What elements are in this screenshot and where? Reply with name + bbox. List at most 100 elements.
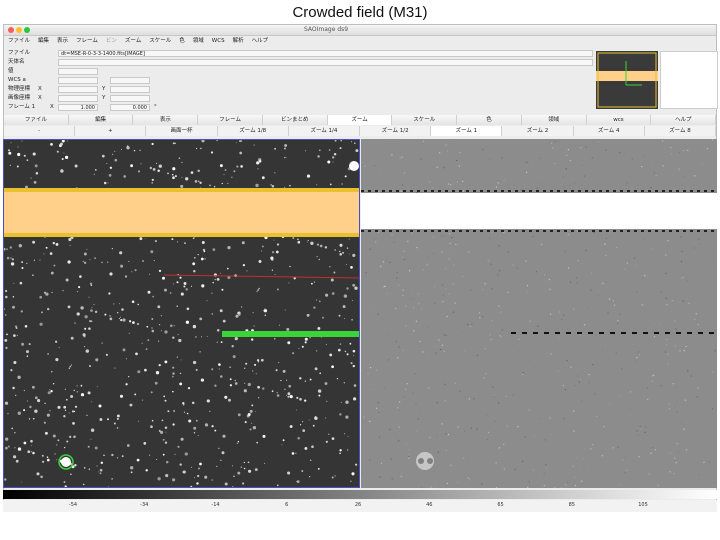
star-dot: [304, 399, 307, 402]
star-dot: [9, 246, 12, 249]
image-frame-right[interactable]: [361, 139, 717, 488]
saturation-band-top-edge: [4, 188, 359, 192]
buttons-main-button-10[interactable]: ヘルプ: [651, 115, 717, 125]
star-dot: [274, 338, 276, 340]
buttons-zoom-button-7[interactable]: ズーム 2: [502, 126, 574, 136]
star-dot: [172, 390, 174, 393]
buttons-zoom-button-5[interactable]: ズーム 1/2: [360, 126, 432, 136]
noise-pixel: [417, 293, 419, 295]
noise-pixel: [395, 340, 397, 343]
star-dot: [251, 404, 254, 407]
buttons-main-button-9[interactable]: wcs: [586, 115, 652, 125]
menu-item-2[interactable]: 表示: [53, 36, 72, 46]
colorbar[interactable]: [3, 490, 717, 499]
star-dot: [233, 475, 235, 478]
noise-pixel: [675, 351, 677, 353]
buttons-zoom-button-2[interactable]: 画面一杯: [146, 126, 218, 136]
star-dot: [200, 257, 204, 261]
buttons-main-button-7[interactable]: 色: [457, 115, 522, 125]
star-dot: [151, 178, 154, 182]
star-dot: [101, 154, 105, 158]
star-dot: [196, 482, 199, 485]
noise-pixel: [602, 349, 604, 351]
angle-field: 0.000: [110, 104, 150, 111]
menu-item-3[interactable]: フレーム: [72, 36, 102, 46]
star-dot: [274, 172, 276, 174]
noise-pixel: [493, 394, 495, 396]
noise-pixel: [643, 238, 645, 240]
star-dot: [251, 422, 253, 424]
star-dot: [13, 282, 15, 284]
object-field: [58, 59, 593, 66]
buttons-main-button-8[interactable]: 領域: [521, 115, 587, 125]
menu-item-5[interactable]: ズーム: [121, 36, 145, 46]
menu-item-11[interactable]: ヘルプ: [248, 36, 273, 46]
noise-pixel: [452, 442, 454, 444]
noise-pixel: [419, 340, 421, 343]
star-dot: [8, 151, 12, 155]
star-dot: [13, 334, 16, 337]
star-dot: [13, 360, 17, 365]
menu-item-9[interactable]: WCS: [208, 36, 229, 46]
buttons-zoom-button-0[interactable]: -: [4, 126, 76, 136]
noise-pixel: [587, 307, 589, 309]
menu-item-1[interactable]: 編集: [34, 36, 53, 46]
noise-pixel: [437, 435, 439, 437]
buttons-main-button-5[interactable]: ズーム: [327, 115, 393, 125]
buttons-main-button-6[interactable]: スケール: [392, 115, 458, 125]
file-name-field: dt=MSE-R-0-3-3-1400.fits[IMAGE]: [58, 50, 593, 57]
image-frame-left[interactable]: [3, 139, 360, 488]
star-dot: [180, 359, 182, 361]
star-dot: [218, 368, 220, 370]
star-dot: [251, 370, 254, 372]
minimize-window-icon[interactable]: [16, 27, 22, 33]
menu-item-10[interactable]: 解析: [229, 36, 248, 46]
menu-item-7[interactable]: 色: [175, 36, 189, 46]
panner-thumbnail[interactable]: [596, 51, 658, 109]
star-dot: [300, 424, 302, 426]
buttons-main-button-4[interactable]: ビンまとめ: [262, 115, 328, 125]
buttons-zoom-button-6[interactable]: ズーム 1: [431, 126, 503, 136]
noise-pixel: [415, 430, 418, 433]
noise-pixel: [633, 257, 636, 259]
star-dot: [74, 464, 77, 467]
buttons-main-button-0[interactable]: ファイル: [4, 115, 69, 125]
menu-item-8[interactable]: 領域: [189, 36, 208, 46]
noise-pixel: [522, 372, 524, 374]
close-window-icon[interactable]: [8, 27, 14, 33]
star-dot: [339, 252, 343, 256]
star-dot: [32, 417, 35, 420]
menu-item-0[interactable]: ファイル: [4, 36, 34, 46]
noise-pixel: [408, 456, 410, 458]
star-dot: [107, 182, 109, 184]
buttons-zoom-button-1[interactable]: +: [75, 126, 147, 136]
star-dot: [21, 342, 25, 346]
star-dot: [65, 398, 68, 401]
star-dot: [339, 147, 342, 150]
star-dot: [118, 303, 120, 305]
buttons-zoom-button-8[interactable]: ズーム 4: [573, 126, 645, 136]
star-dot: [78, 286, 81, 289]
star-dot: [40, 475, 43, 479]
buttons-zoom-button-3[interactable]: ズーム 1/8: [217, 126, 289, 136]
wcs-label: WCS a: [8, 77, 26, 83]
noise-pixel: [569, 159, 571, 161]
noise-pixel: [660, 291, 662, 293]
green-trail-region[interactable]: [222, 331, 359, 337]
noise-pixel: [541, 243, 543, 246]
buttons-zoom-button-9[interactable]: ズーム 8: [644, 126, 717, 136]
noise-pixel: [546, 467, 548, 469]
window-title: SAOImage ds9: [304, 26, 349, 33]
buttons-main-button-1[interactable]: 編集: [68, 115, 134, 125]
buttons-zoom-button-4[interactable]: ズーム 1/4: [288, 126, 361, 136]
maximize-window-icon[interactable]: [24, 27, 30, 33]
buttons-main-button-2[interactable]: 表示: [133, 115, 199, 125]
noise-pixel: [613, 304, 616, 306]
menu-item-6[interactable]: スケール: [145, 36, 175, 46]
star-dot: [241, 241, 245, 245]
star-dot: [151, 419, 154, 422]
buttons-main-button-3[interactable]: フレーム: [198, 115, 263, 125]
noise-pixel: [455, 305, 457, 307]
menu-item-4[interactable]: ビン: [102, 36, 121, 46]
noise-pixel: [443, 235, 445, 237]
